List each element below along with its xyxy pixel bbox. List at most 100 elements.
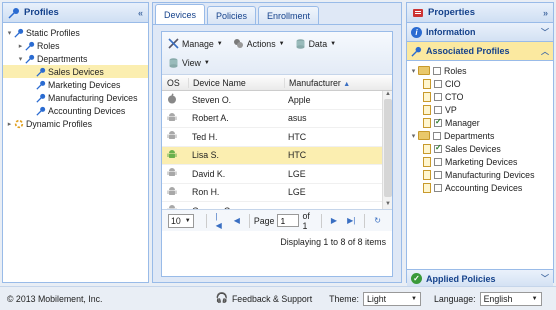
column-os[interactable]: OS	[162, 78, 188, 88]
associated-profile-item[interactable]: ▾ Roles	[407, 64, 553, 77]
tab-enrollment[interactable]: Enrollment	[258, 6, 320, 24]
devices-panel: Devices Policies Enrollment Manage ▼ Action…	[152, 2, 402, 283]
pager-separator	[320, 213, 322, 228]
tree-item-label: Roles	[37, 40, 60, 51]
data-button[interactable]: Data ▼	[295, 36, 336, 51]
associated-profile-item[interactable]: Marketing Devices	[407, 155, 553, 168]
checkbox[interactable]	[434, 183, 442, 192]
profiles-title: Profiles	[24, 7, 59, 18]
checkbox[interactable]	[433, 66, 441, 75]
expand-down-icon[interactable]: ▾	[409, 67, 418, 75]
information-section-header[interactable]: i Information ﹀	[407, 23, 553, 42]
actions-button[interactable]: Actions ▼	[233, 36, 285, 51]
tree-item[interactable]: ▸ Roles	[3, 39, 148, 52]
profiles-panel: Profiles « ▾ Static Profiles ▸ Roles ▾ Depart…	[2, 2, 149, 283]
associated-profiles-tree: ▾ Roles CIO CTO VP Manager ▾ Departments Sales D…	[407, 61, 553, 269]
table-row[interactable]: George C.samsung	[162, 202, 392, 209]
checkbox[interactable]	[434, 143, 442, 153]
scroll-thumb[interactable]	[384, 99, 392, 197]
tree-item[interactable]: ▾ Static Profiles	[3, 26, 148, 39]
tab-policies[interactable]: Policies	[207, 6, 257, 24]
manufacturer-cell: LGE	[288, 187, 306, 198]
profile-label: Manufacturing Devices	[445, 169, 535, 180]
check-circle-icon: ✓	[411, 273, 422, 284]
grid-body: Steven O. Apple Robert A. asus Ted H. HTC Lisa…	[162, 91, 392, 209]
checkbox[interactable]	[434, 117, 442, 127]
associated-profile-item[interactable]: Manufacturing Devices	[407, 168, 553, 181]
manufacturer-cell: asus	[288, 113, 307, 124]
associated-profiles-header[interactable]: Associated Profiles ︿	[407, 42, 553, 61]
device-name-cell: David K.	[192, 168, 226, 179]
chevron-down-icon: ▼	[203, 59, 210, 66]
checkbox[interactable]	[433, 131, 441, 140]
column-device-name[interactable]: Device Name	[188, 77, 284, 88]
profiles-header: Profiles «	[3, 3, 148, 23]
tree-item[interactable]: Accounting Devices	[3, 104, 148, 117]
device-name-cell: George C.	[188, 206, 284, 209]
checkbox[interactable]	[434, 105, 442, 114]
scroll-up-icon[interactable]: ▲	[383, 91, 392, 99]
page-input[interactable]	[277, 214, 300, 227]
copyright: © 2013 Mobilement, Inc.	[7, 293, 103, 304]
pin-icon	[25, 41, 35, 51]
checkbox[interactable]	[434, 157, 442, 166]
tree-item[interactable]: Manufacturing Devices	[3, 91, 148, 104]
devices-grid: Manage ▼ Actions ▼ Data ▼ View ▼ OS Device N…	[161, 31, 393, 277]
table-row[interactable]: David K. LGE	[162, 165, 392, 184]
prev-page-icon[interactable]: ◀	[234, 216, 240, 225]
sort-asc-icon: ▲	[343, 80, 351, 88]
table-row[interactable]: Robert A. asus	[162, 110, 392, 128]
device-name-cell: Steven O.	[192, 94, 232, 105]
associated-profile-item[interactable]: Accounting Devices	[407, 181, 553, 194]
next-page-icon[interactable]: ▶	[331, 216, 337, 225]
checkbox[interactable]	[434, 79, 442, 88]
page-size-select[interactable]: 10 ▼	[168, 213, 194, 228]
expand-down-icon[interactable]: ▾	[409, 132, 418, 140]
last-page-icon[interactable]: ▶|	[347, 216, 355, 225]
expand-right-icon[interactable]: ▸	[5, 120, 14, 128]
profiles-tree: ▾ Static Profiles ▸ Roles ▾ Departments Sales …	[3, 23, 148, 133]
collapse-right-icon[interactable]: »	[543, 8, 548, 18]
tree-item[interactable]: Sales Devices	[3, 65, 148, 78]
collapse-left-icon[interactable]: «	[138, 8, 143, 18]
expand-right-icon[interactable]: ▸	[16, 42, 25, 50]
expand-down-icon[interactable]: ▾	[16, 55, 25, 63]
table-row[interactable]: Ted H. HTC	[162, 128, 392, 147]
checkbox[interactable]	[434, 92, 442, 101]
profile-label: Accounting Devices	[445, 182, 523, 193]
android-icon	[162, 186, 188, 199]
associated-profile-item[interactable]: ▾ Departments	[407, 129, 553, 142]
associated-profile-item[interactable]: Manager	[407, 116, 553, 129]
column-manufacturer[interactable]: Manufacturer ▲	[284, 77, 380, 88]
manage-button[interactable]: Manage ▼	[168, 36, 223, 51]
feedback-link[interactable]: 🎧 Feedback & Support	[215, 293, 312, 304]
tree-item[interactable]: Marketing Devices	[3, 78, 148, 91]
tree-item-label: Dynamic Profiles	[26, 118, 92, 129]
checkbox[interactable]	[434, 170, 442, 179]
headset-icon: 🎧	[215, 293, 228, 304]
scroll-down-icon[interactable]: ▼	[383, 201, 392, 209]
profile-label: CIO	[445, 78, 461, 89]
tree-item[interactable]: ▾ Departments	[3, 52, 148, 65]
tab-devices[interactable]: Devices	[155, 4, 206, 24]
table-row[interactable]: Steven O. Apple	[162, 91, 392, 110]
table-row[interactable]: Ron H. LGE	[162, 184, 392, 202]
pin-icon	[36, 67, 46, 77]
tree-item[interactable]: ▸ Dynamic Profiles	[3, 117, 148, 130]
grid-scrollbar[interactable]: ▲ ▼	[382, 91, 392, 209]
chevron-down-icon: ▼	[184, 217, 191, 224]
actions-icon	[233, 39, 243, 48]
expand-down-icon[interactable]: ▾	[5, 29, 14, 37]
associated-profile-item[interactable]: Sales Devices	[407, 142, 553, 155]
associated-profile-item[interactable]: VP	[407, 103, 553, 116]
profile-label: Roles	[444, 65, 467, 76]
associated-profile-item[interactable]: CTO	[407, 90, 553, 103]
first-page-icon[interactable]: |◀	[216, 212, 224, 230]
view-button[interactable]: View ▼	[168, 55, 210, 70]
table-row[interactable]: Lisa S. HTC	[162, 146, 392, 165]
refresh-icon[interactable]: ↻	[374, 216, 381, 225]
theme-select[interactable]: Light ▼	[362, 291, 421, 306]
associated-profile-item[interactable]: CIO	[407, 77, 553, 90]
language-select[interactable]: English ▼	[479, 291, 542, 306]
pin-icon	[14, 28, 24, 38]
